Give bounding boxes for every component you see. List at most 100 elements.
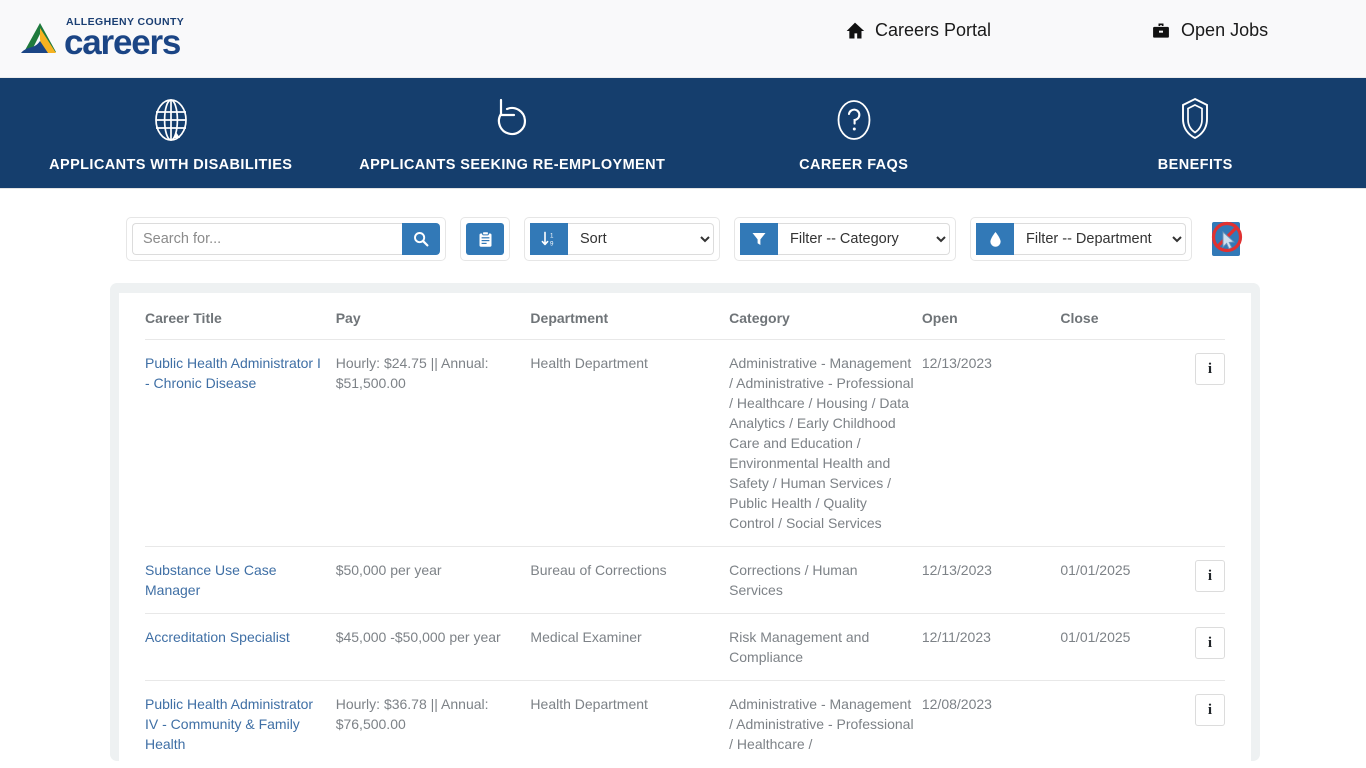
filter-department-button[interactable] — [976, 223, 1014, 255]
sort-select[interactable]: Sort — [568, 223, 714, 255]
jobs-table-body: Public Health Administrator I - Chronic … — [145, 339, 1225, 762]
cell-career-title: Substance Use Case Manager — [145, 546, 336, 614]
droplet-icon — [989, 231, 1001, 247]
quicklink-label: BENEFITS — [1157, 156, 1233, 173]
cell-category: Corrections / Human Services — [729, 546, 922, 614]
nav-open-jobs[interactable]: Open Jobs — [1151, 20, 1268, 41]
job-title-link[interactable]: Substance Use Case Manager — [145, 562, 277, 598]
table-row: Public Health Administrator I - Chronic … — [145, 339, 1225, 547]
magnifier-icon — [414, 232, 429, 247]
column-header-category[interactable]: Category — [729, 293, 922, 340]
cell-category: Administrative - Management / Administra… — [729, 696, 914, 752]
filter-category-select[interactable]: Filter -- Category — [778, 223, 950, 255]
top-navigation: Careers Portal Open Jobs — [845, 20, 1268, 41]
filter-toolbar-zone: 1 9 Sort Filter -- Category — [0, 188, 1366, 261]
column-header-open[interactable]: Open — [921, 293, 1061, 340]
site-header: ALLEGHENY COUNTY careers Careers Portal … — [0, 0, 1366, 78]
sort-amount-icon: 1 9 — [541, 231, 554, 247]
cell-pay: $45,000 -$50,000 per year — [335, 613, 531, 681]
funnel-icon — [752, 233, 766, 245]
nav-open-jobs-label: Open Jobs — [1181, 20, 1269, 40]
cell-close-date — [1060, 339, 1165, 547]
rotate-left-icon — [489, 94, 535, 146]
job-title-link[interactable]: Accreditation Specialist — [145, 629, 290, 645]
cell-category: Risk Management and Compliance — [729, 613, 922, 681]
quicklink-label: APPLICANTS SEEKING RE-EMPLOYMENT — [359, 156, 666, 173]
search-button[interactable] — [402, 223, 440, 255]
job-info-button[interactable]: i — [1195, 694, 1225, 726]
cell-close-date: 01/01/2025 — [1060, 546, 1165, 614]
shield-icon — [1172, 94, 1218, 146]
jobs-table-head: Career Title Pay Department Category Ope… — [145, 293, 1225, 340]
briefcase-icon — [1153, 23, 1169, 38]
nav-careers-portal-label: Careers Portal — [875, 20, 992, 40]
quicklink-applicants-seeking-re-employment[interactable]: APPLICANTS SEEKING RE-EMPLOYMENT — [342, 94, 684, 173]
svg-text:1: 1 — [550, 233, 554, 240]
cell-pay: Hourly: $36.78 || Annual: $76,500.00 — [335, 696, 489, 732]
clipboard-icon — [479, 230, 491, 247]
sort-button[interactable]: 1 9 — [530, 223, 568, 255]
column-header-close[interactable]: Close — [1060, 293, 1165, 340]
globe-icon — [148, 94, 194, 146]
cell-actions: i — [1164, 546, 1225, 614]
quicklink-career-faqs[interactable]: CAREER FAQS — [683, 94, 1025, 173]
filter-department-group: Filter -- Department — [970, 217, 1192, 261]
logo-bottom-text: careers — [64, 23, 181, 63]
cell-career-title: Public Health Administrator IV - Communi… — [145, 681, 336, 762]
clear-filters-group — [1206, 217, 1246, 261]
jobs-table-surface: Career Title Pay Department Category Ope… — [119, 293, 1251, 761]
sort-group: 1 9 Sort — [524, 217, 720, 261]
quicklink-applicants-with-disabilities[interactable]: APPLICANTS WITH DISABILITIES — [0, 94, 342, 173]
cell-pay: Hourly: $24.75 || Annual: $51,500.00 — [335, 339, 531, 547]
cell-actions: i — [1165, 681, 1225, 762]
job-title-link[interactable]: Public Health Administrator I - Chronic … — [145, 355, 321, 391]
site-logo[interactable]: ALLEGHENY COUNTY careers — [18, 15, 184, 63]
cell-open-date: 12/08/2023 — [921, 696, 992, 712]
cell-close-date — [1060, 681, 1164, 762]
cell-career-title: Public Health Administrator I - Chronic … — [145, 339, 336, 547]
job-info-button[interactable]: i — [1195, 560, 1225, 592]
clear-filters-button[interactable] — [1212, 222, 1240, 256]
cell-open-date: 12/13/2023 — [921, 546, 1061, 614]
quicklink-benefits[interactable]: BENEFITS — [1025, 94, 1366, 173]
table-row: Substance Use Case Manager $50,000 per y… — [145, 546, 1225, 614]
column-header-actions — [1164, 293, 1225, 340]
column-header-pay[interactable]: Pay — [335, 293, 531, 340]
jobs-table: Career Title Pay Department Category Ope… — [145, 293, 1225, 761]
job-title-link[interactable]: Public Health Administrator IV - Communi… — [145, 696, 313, 752]
cell-actions: i — [1164, 613, 1225, 681]
cell-open-date: 12/13/2023 — [921, 339, 1061, 547]
allegheny-county-logo-mark — [21, 22, 56, 53]
cell-department: Bureau of Corrections — [530, 546, 730, 614]
cell-actions: i — [1164, 339, 1225, 547]
cell-department: Medical Examiner — [530, 613, 730, 681]
cell-department: Health Department — [530, 339, 730, 547]
table-row: Public Health Administrator IV - Communi… — [145, 681, 1225, 762]
cell-category: Administrative - Management / Administra… — [729, 339, 922, 547]
quicklink-label: CAREER FAQS — [799, 156, 909, 173]
filter-category-button[interactable] — [740, 223, 778, 255]
filter-toolbar: 1 9 Sort Filter -- Category — [0, 217, 1366, 261]
table-header-row: Career Title Pay Department Category Ope… — [145, 293, 1225, 340]
copy-to-clipboard-button[interactable] — [466, 223, 504, 255]
svg-text:9: 9 — [550, 240, 554, 247]
column-header-department[interactable]: Department — [530, 293, 730, 340]
home-icon — [846, 22, 865, 38]
job-info-button[interactable]: i — [1195, 627, 1225, 659]
clipboard-group — [460, 217, 510, 261]
filter-department-select[interactable]: Filter -- Department — [1014, 223, 1186, 255]
quicklink-label: APPLICANTS WITH DISABILITIES — [49, 156, 293, 173]
filter-category-group: Filter -- Category — [734, 217, 956, 261]
table-row: Accreditation Specialist $45,000 -$50,00… — [145, 613, 1225, 681]
nav-careers-portal[interactable]: Careers Portal — [845, 20, 991, 41]
jobs-table-container: Career Title Pay Department Category Ope… — [110, 283, 1260, 761]
cell-career-title: Accreditation Specialist — [145, 613, 336, 681]
search-input[interactable] — [132, 223, 402, 255]
question-circle-icon — [831, 94, 877, 146]
quick-links-bar: APPLICANTS WITH DISABILITIES APPLICANTS … — [0, 78, 1366, 188]
job-info-button[interactable]: i — [1195, 353, 1225, 385]
cell-department: Health Department — [530, 696, 648, 712]
cell-close-date: 01/01/2025 — [1060, 613, 1165, 681]
cell-open-date: 12/11/2023 — [921, 613, 1061, 681]
column-header-career-title[interactable]: Career Title — [145, 293, 336, 340]
